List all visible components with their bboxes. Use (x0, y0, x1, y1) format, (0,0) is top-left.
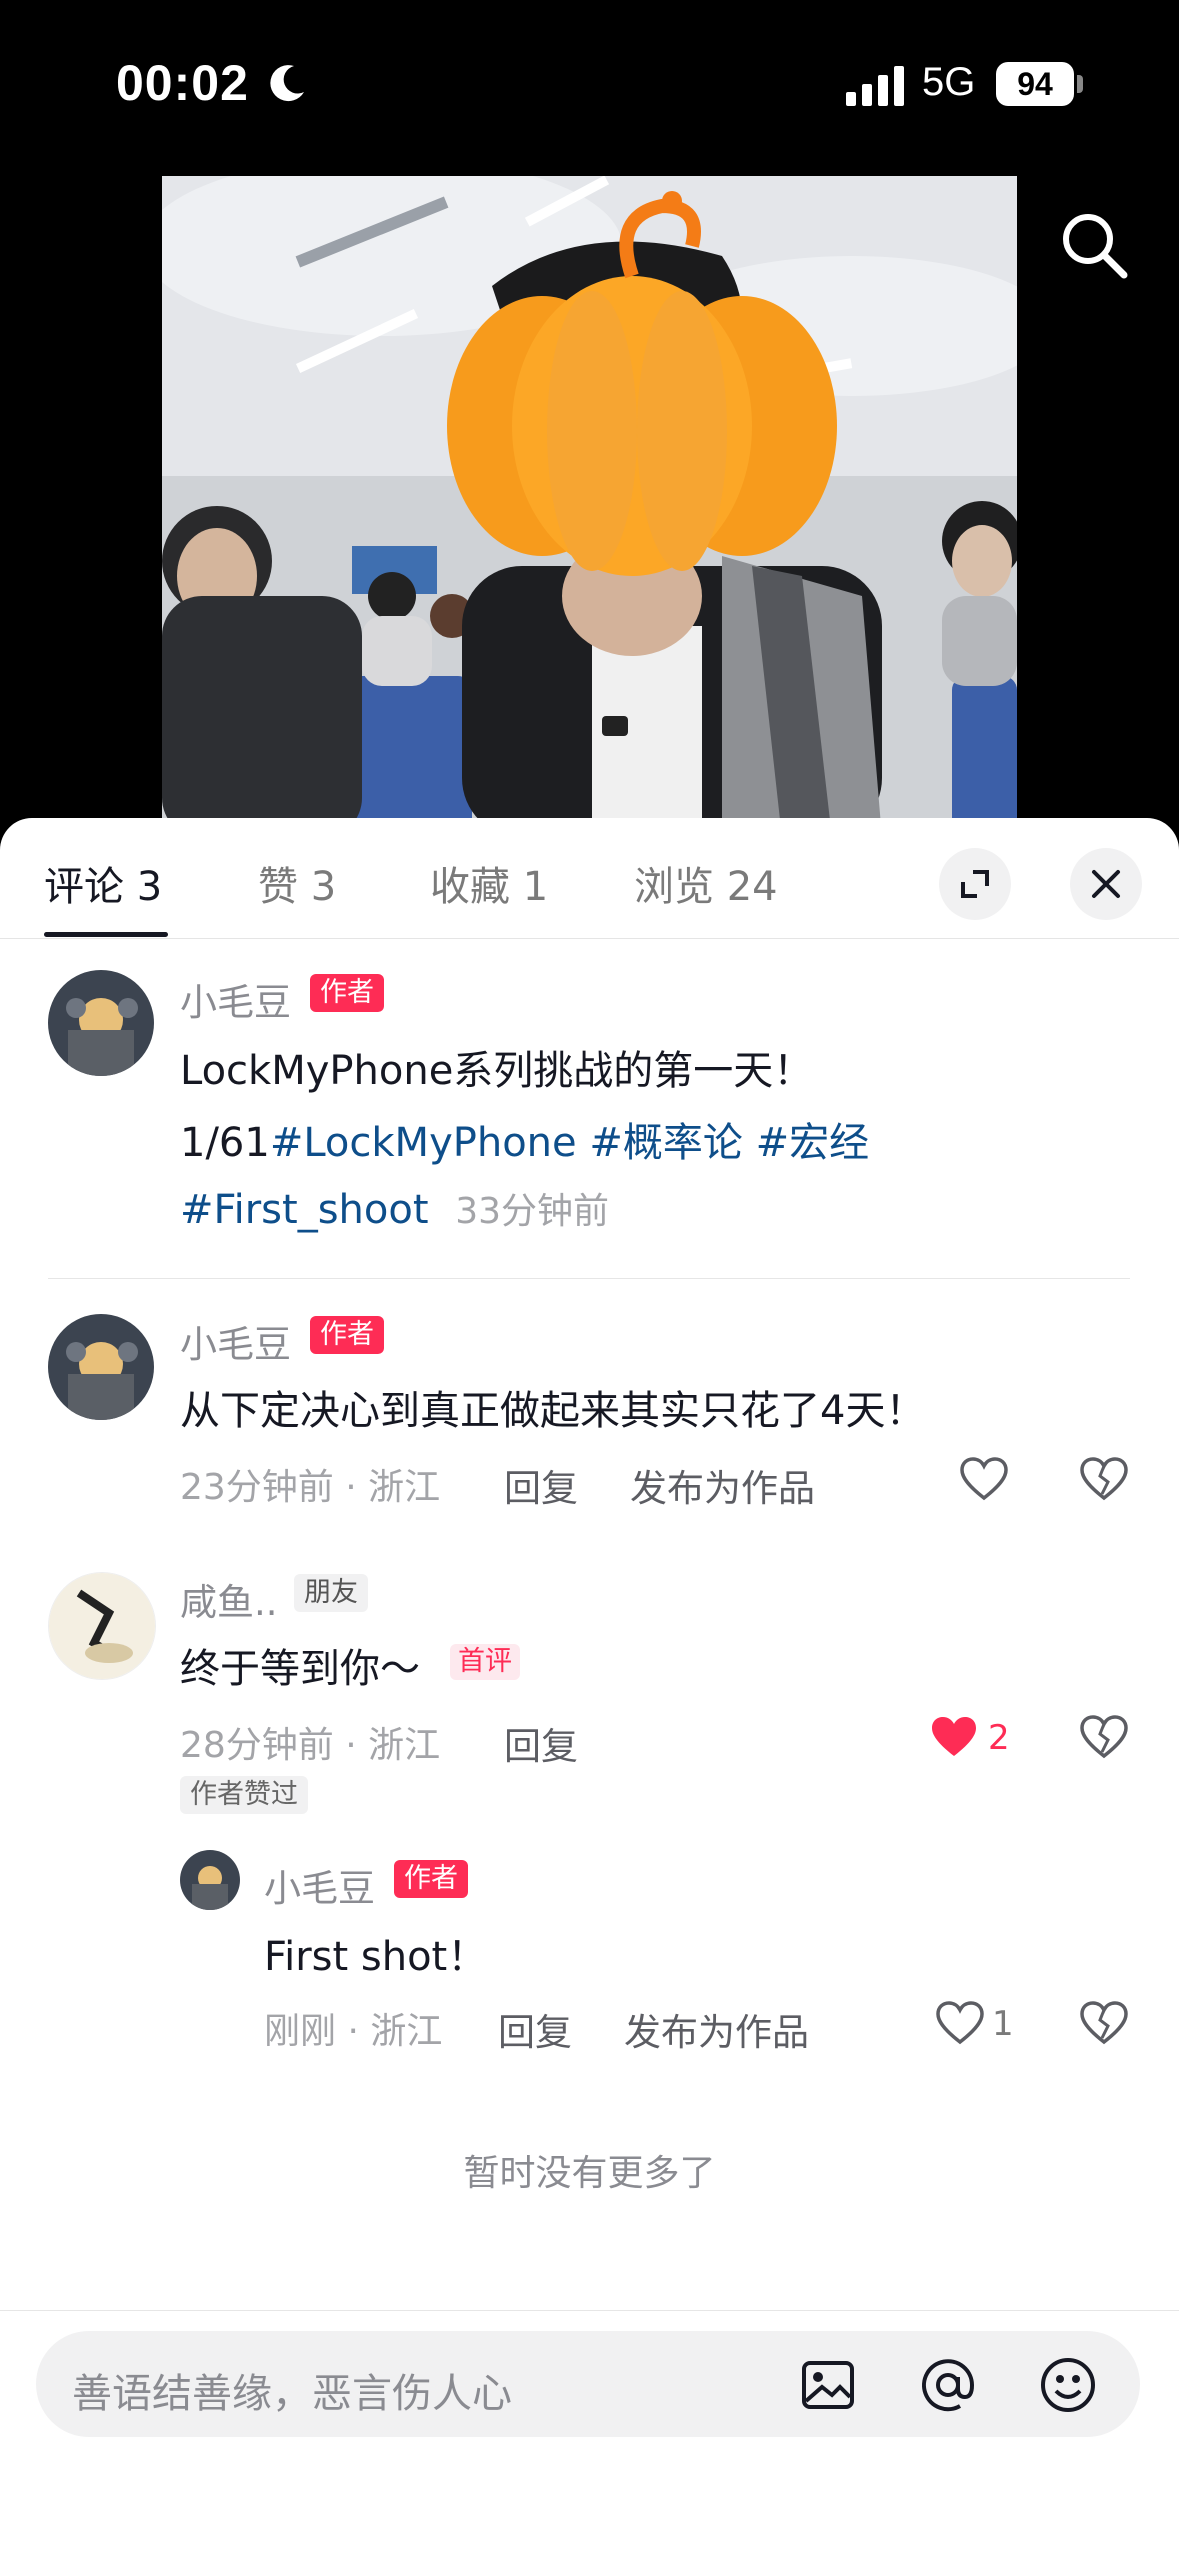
author-badge: 作者 (310, 1316, 384, 1354)
dislike-icon[interactable] (1078, 1998, 1130, 2050)
reply-text: First shot！ (264, 1934, 488, 1980)
reply-author[interactable]: 小毛豆 (264, 1858, 375, 1912)
dislike-icon[interactable] (1078, 1712, 1130, 1764)
hashtag-links[interactable]: #LockMyPhone #概率论 #宏经 (270, 1120, 869, 1166)
comment-author[interactable]: 小毛豆 (180, 1314, 291, 1368)
comment-author[interactable]: 小毛豆 (180, 972, 291, 1026)
comment-text-line3: #First_shoot 33分钟前 (180, 1182, 609, 1234)
comment-meta: 23分钟前 · 浙江 (180, 1467, 441, 1508)
avatar-image (49, 1573, 155, 1679)
dislike-icon[interactable] (1078, 1454, 1130, 1506)
expand-icon (961, 870, 989, 898)
battery-tip (1077, 75, 1083, 93)
reply-button[interactable]: 回复 (504, 1716, 578, 1770)
first-comment-badge: 首评 (450, 1644, 520, 1680)
comment-input-bar: 善语结善缘，恶言伤人心 (0, 2310, 1179, 2557)
tab-comments[interactable]: 评论 3 (44, 854, 162, 912)
comment-text: 终于等到你～ (180, 1646, 420, 1692)
comment-meta: 28分钟前 · 浙江 (180, 1725, 441, 1766)
tab-bar: 评论 3 赞 3 收藏 1 浏览 24 (0, 818, 1179, 939)
status-bar: 00:02 5G 94 (0, 0, 1179, 170)
expand-button[interactable] (939, 848, 1011, 920)
tab-views[interactable]: 浏览 24 (634, 854, 778, 912)
tab-favorites[interactable]: 收藏 1 (430, 854, 548, 912)
friend-badge: 朋友 (294, 1574, 368, 1612)
progress-text: 1/61 (180, 1120, 270, 1166)
like-icon[interactable] (934, 1998, 986, 2050)
avatar-image (48, 970, 154, 1076)
comment-sheet: 评论 3 赞 3 收藏 1 浏览 24 小毛豆 作者 LockMyPhone系列… (0, 818, 1179, 2556)
publish-as-work-button[interactable]: 发布为作品 (624, 2002, 809, 2056)
mention-icon[interactable] (918, 2355, 978, 2415)
comment-input[interactable]: 善语结善缘，恶言伤人心 (36, 2331, 1140, 2437)
publish-as-work-button[interactable]: 发布为作品 (630, 1458, 815, 1512)
avatar-image (48, 1314, 154, 1420)
author-badge: 作者 (394, 1860, 468, 1898)
avatar[interactable] (48, 970, 154, 1076)
emoji-icon[interactable] (1038, 2355, 1098, 2415)
reply-meta: 刚刚 · 浙江 (264, 2011, 443, 2052)
clock: 00:02 (116, 55, 249, 111)
avatar[interactable] (180, 1850, 240, 1910)
end-of-list-text: 暂时没有更多了 (463, 2153, 716, 2194)
comment-input-placeholder: 善语结善缘，恶言伤人心 (72, 2371, 512, 2417)
liked-heart-icon[interactable] (928, 1712, 980, 1764)
avatar[interactable] (48, 1314, 154, 1420)
close-icon (1092, 870, 1120, 898)
like-count: 1 (992, 2004, 1014, 2044)
image-icon[interactable] (800, 2357, 856, 2413)
comment-time: 33分钟前 (455, 1191, 610, 1232)
active-tab-indicator (44, 932, 168, 937)
hashtag-link[interactable]: #First_shoot (180, 1187, 429, 1233)
post-photo[interactable] (162, 176, 1017, 838)
network-type: 5G (922, 60, 976, 104)
avatar[interactable] (48, 1572, 156, 1680)
comment-author[interactable]: 咸鱼.. (180, 1572, 278, 1626)
like-count: 2 (988, 1718, 1010, 1758)
photo-scene (162, 176, 1017, 838)
reply-button[interactable]: 回复 (498, 2002, 572, 2056)
cellular-signal-icon (846, 66, 904, 106)
close-button[interactable] (1070, 848, 1142, 920)
comment-text: LockMyPhone系列挑战的第一天！ (180, 1048, 814, 1094)
comment-text-line2: 1/61#LockMyPhone #概率论 #宏经 (180, 1110, 869, 1168)
battery-indicator: 94 (996, 62, 1074, 106)
author-badge: 作者 (310, 974, 384, 1012)
divider (48, 1278, 1130, 1279)
search-icon[interactable] (1054, 205, 1134, 285)
reply-button[interactable]: 回复 (504, 1458, 578, 1512)
moon-icon (270, 65, 304, 102)
tab-likes[interactable]: 赞 3 (258, 854, 336, 912)
comment-text: 从下定决心到真正做起来其实只花了4天！ (180, 1388, 926, 1434)
author-liked-badge: 作者赞过 (180, 1776, 308, 1814)
like-icon[interactable] (958, 1454, 1010, 1506)
avatar-image (180, 1850, 240, 1910)
